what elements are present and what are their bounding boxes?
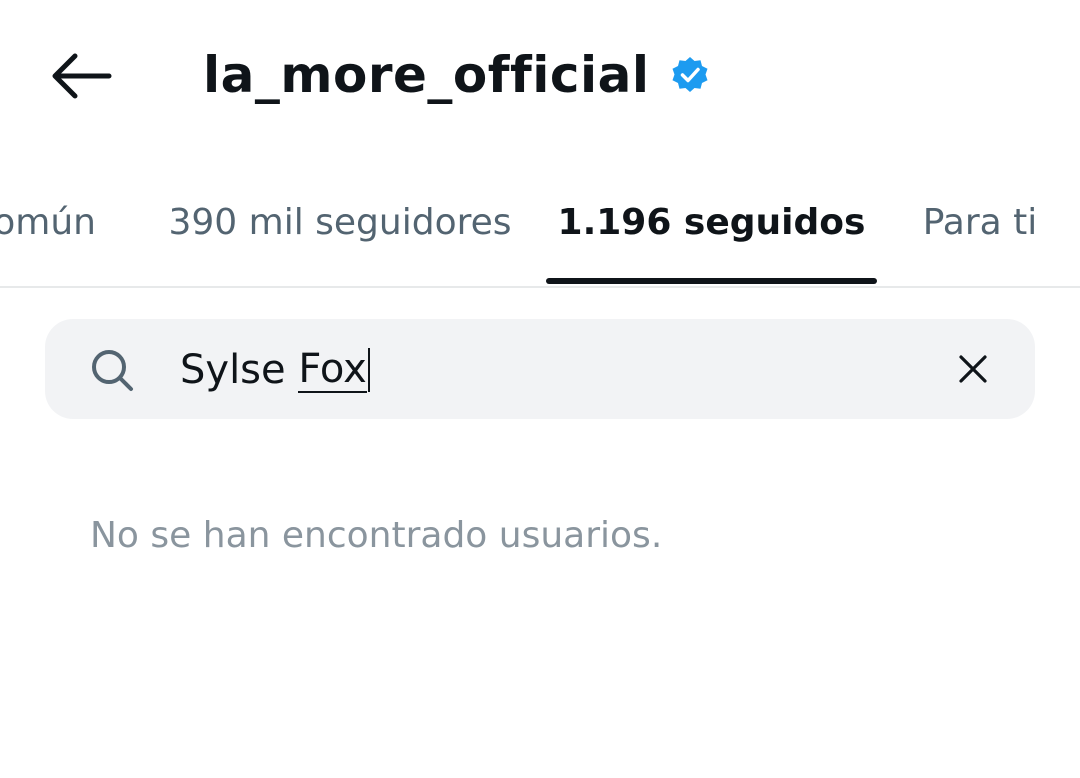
empty-results-message: No se han encontrado usuarios. [90,515,663,556]
search-input[interactable]: Sylse Fox [180,340,370,400]
page-title: la_more_official [203,46,650,104]
tab-label: Para ti [922,201,1038,243]
verified-badge-icon [670,55,710,95]
tab-label: omún [0,201,96,243]
close-icon [959,355,987,383]
followers-tab-bar: omún 390 mil seguidores 1.196 seguidos P… [0,160,1080,288]
top-app-bar: la_more_official [0,0,1080,150]
tab-label: 390 mil seguidores [168,201,512,243]
active-tab-indicator [546,278,877,284]
clear-search-button[interactable] [948,344,998,394]
tab-followers-in-common[interactable]: omún [0,160,120,284]
tab-label: 1.196 seguidos [557,201,866,243]
tab-following[interactable]: 1.196 seguidos [546,160,877,284]
search-icon [92,350,133,391]
search-input-last-word: Fox [298,346,367,393]
arrow-left-icon [52,53,112,99]
profile-title-group: la_more_official [203,40,710,110]
tab-followers[interactable]: 390 mil seguidores [150,160,530,284]
text-cursor [367,348,370,392]
search-input-text: Sylse [180,347,299,393]
back-button[interactable] [38,40,122,112]
tab-for-you[interactable]: Para ti [905,160,1055,284]
